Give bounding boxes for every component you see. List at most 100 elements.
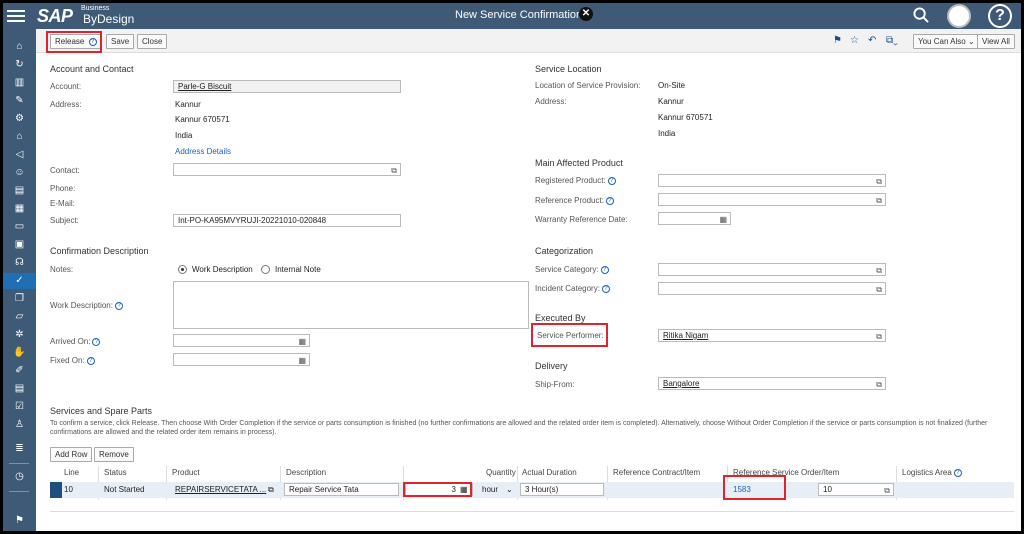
warranty-date-field[interactable]: ▦: [658, 212, 731, 225]
gears-icon[interactable]: ✲: [3, 327, 36, 343]
value-help-icon[interactable]: ⧉: [876, 195, 882, 205]
headset-icon[interactable]: ☊: [3, 255, 36, 271]
categorization-title: Categorization: [535, 246, 594, 256]
list-icon[interactable]: ≣: [3, 441, 36, 457]
help-icon[interactable]: ?: [600, 265, 609, 274]
chevron-down-icon[interactable]: ⌄: [506, 485, 513, 494]
flag-icon[interactable]: ⚑: [833, 35, 842, 46]
clipboard-check-icon[interactable]: ✓: [3, 273, 36, 289]
value-help-icon[interactable]: ⧉: [876, 331, 882, 341]
you-can-also-button[interactable]: You Can Also ⌄: [913, 34, 980, 49]
clipboard-icon[interactable]: ▣: [3, 237, 36, 253]
list-doc-icon[interactable]: ▤: [3, 381, 36, 397]
inbox-icon[interactable]: ▱: [3, 309, 36, 325]
row-description-field[interactable]: Repair Service Tata: [284, 483, 399, 496]
value-help-icon[interactable]: ⧉: [876, 379, 882, 389]
location-label: Location of Service Provision:: [535, 81, 641, 90]
row-product[interactable]: REPAIRSERVICETATA ...: [175, 485, 266, 494]
incident-category-field[interactable]: ⧉: [658, 282, 886, 295]
row-unit[interactable]: hour: [482, 485, 498, 494]
calendar-icon[interactable]: ▦: [298, 355, 306, 365]
stack-icon[interactable]: ❐: [3, 291, 36, 307]
help-icon[interactable]: ?: [607, 176, 616, 185]
value-help-icon[interactable]: ⧉: [884, 485, 890, 495]
col-actual-duration[interactable]: Actual Duration: [518, 466, 577, 480]
help-icon[interactable]: ?: [601, 284, 610, 293]
fixed-on-field[interactable]: ▦: [173, 353, 310, 366]
work-description-label: Work Description:?: [50, 301, 123, 310]
col-logistics[interactable]: Logistics Area?: [898, 466, 962, 480]
value-help-icon[interactable]: ⧉: [876, 176, 882, 186]
report-icon[interactable]: ▦: [3, 201, 36, 217]
col-quantity[interactable]: Quantity: [482, 466, 516, 480]
row-ref-item-field[interactable]: 10 ⧉: [818, 483, 894, 496]
ship-from-field[interactable]: Bangalore ⧉: [658, 377, 886, 390]
help-icon[interactable]: ?: [114, 301, 123, 310]
work-description-option[interactable]: Work Description: [192, 265, 253, 274]
value-help-icon[interactable]: ⧉: [268, 485, 274, 495]
home-icon[interactable]: ⌂: [3, 39, 36, 55]
search-icon[interactable]: [913, 7, 929, 23]
row-duration-field[interactable]: 3 Hour(s): [520, 483, 604, 496]
flag-icon[interactable]: ⚑: [3, 513, 36, 529]
address-details-link[interactable]: Address Details: [175, 147, 231, 156]
close-button[interactable]: Close: [137, 34, 168, 49]
help-icon[interactable]: ?: [605, 196, 614, 205]
col-ref-contract[interactable]: Reference Contract/Item: [609, 466, 700, 480]
menu-icon[interactable]: [7, 7, 25, 23]
avatar[interactable]: [947, 4, 971, 28]
registered-product-field[interactable]: ⧉: [658, 174, 886, 187]
calendar-icon[interactable]: ▦: [719, 214, 727, 224]
help-icon[interactable]: ?: [86, 356, 95, 365]
close-icon[interactable]: ✕: [579, 7, 593, 21]
sidebar-divider: [9, 463, 29, 464]
hand-icon[interactable]: ↶: [868, 35, 876, 46]
col-product[interactable]: Product: [168, 466, 200, 480]
arrived-on-field[interactable]: ▦: [173, 334, 310, 347]
hand-icon[interactable]: ✋: [3, 345, 36, 361]
internal-note-radio[interactable]: [261, 265, 270, 274]
row-selector[interactable]: [50, 482, 62, 498]
service-category-field[interactable]: ⧉: [658, 263, 886, 276]
subject-field[interactable]: Int-PO-KA95MVYRUJI-20221010-020848: [173, 214, 401, 227]
col-status[interactable]: Status: [100, 466, 127, 480]
copy-icon[interactable]: ⧉⌄: [886, 35, 898, 46]
building-icon[interactable]: ⌂: [3, 129, 36, 145]
gear-icon[interactable]: ⚙: [3, 111, 36, 127]
col-line[interactable]: Line: [60, 466, 79, 480]
refresh-icon[interactable]: ↻: [3, 57, 36, 73]
contact-field[interactable]: ⧉: [173, 163, 401, 176]
work-description-textarea[interactable]: [173, 281, 529, 329]
chart-icon[interactable]: ▥: [3, 75, 36, 91]
calendar-icon[interactable]: ▦: [298, 336, 306, 346]
add-row-button[interactable]: Add Row: [50, 447, 93, 462]
value-help-icon[interactable]: ⧉: [876, 284, 882, 294]
check-doc-icon[interactable]: ☑: [3, 399, 36, 415]
save-button[interactable]: Save: [106, 34, 135, 49]
account-field[interactable]: Parle-G Biscuit: [173, 80, 401, 93]
table-row[interactable]: 10 Not Started REPAIRSERVICETATA ... ⧉ R…: [50, 475, 1014, 500]
edit-icon[interactable]: ✐: [3, 363, 36, 379]
table-row-empty[interactable]: [50, 500, 1014, 512]
clock-icon[interactable]: ◷: [3, 469, 36, 485]
star-icon[interactable]: ☆: [850, 35, 859, 46]
work-description-radio[interactable]: [178, 265, 187, 274]
user-icon[interactable]: ♙: [3, 417, 36, 433]
view-all-button[interactable]: View All: [977, 34, 1015, 49]
internal-note-option[interactable]: Internal Note: [275, 265, 321, 274]
value-help-icon[interactable]: ⧉: [391, 165, 397, 175]
document-icon[interactable]: ▤: [3, 183, 36, 199]
remove-button[interactable]: Remove: [94, 447, 134, 462]
service-performer-field[interactable]: Ritika Nigam ⧉: [658, 329, 886, 342]
help-icon[interactable]: ?: [92, 337, 101, 346]
help-icon[interactable]: ?: [988, 4, 1012, 28]
id-card-icon[interactable]: ▭: [3, 219, 36, 235]
tools-icon[interactable]: ✎: [3, 93, 36, 109]
col-description[interactable]: Description: [282, 466, 326, 480]
person-icon[interactable]: ☺: [3, 165, 36, 181]
reference-product-field[interactable]: ⧉: [658, 193, 886, 206]
value-help-icon[interactable]: ⧉: [876, 265, 882, 275]
arrived-label-text: Arrived On:: [50, 337, 91, 346]
megaphone-icon[interactable]: ◁: [3, 147, 36, 163]
logistics-label: Logistics Area: [902, 468, 952, 477]
